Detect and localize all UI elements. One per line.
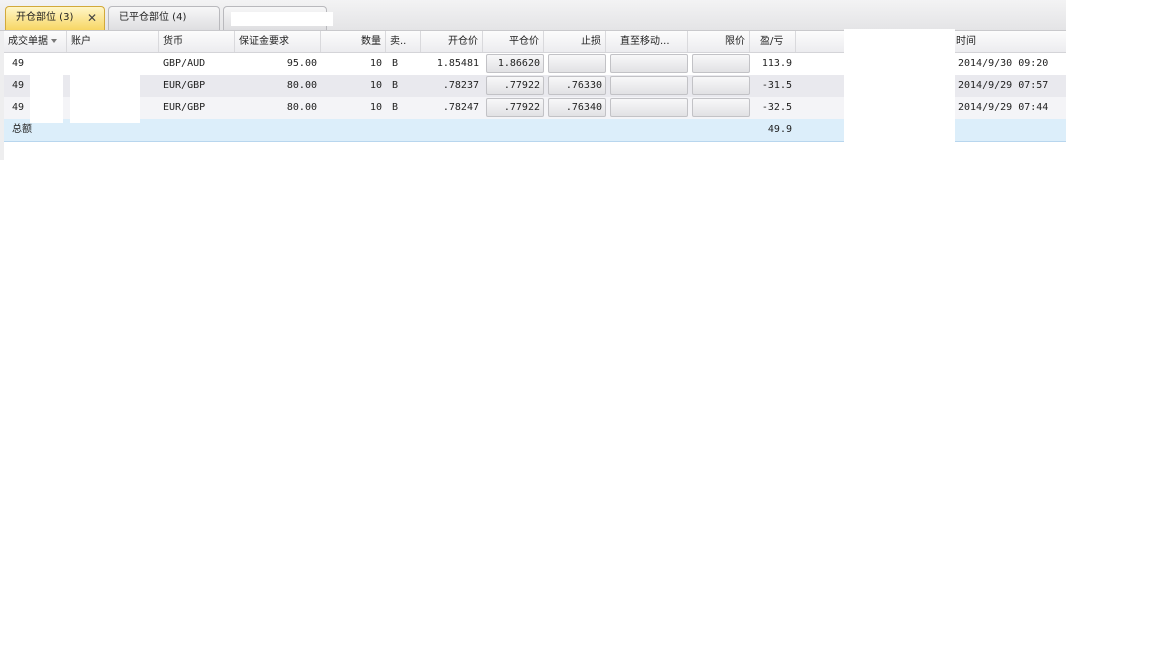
trailing-stop-button[interactable] [610,98,688,117]
col-header-deal-label: 成交单据 [8,36,48,47]
col-header-account[interactable]: 账户 [67,31,159,52]
col-header-margin-label: 保证金要求 [239,36,289,47]
tab-closed-positions[interactable]: 已平仓部位 (4) [108,6,220,30]
col-header-account-label: 账户 [71,36,91,47]
col-header-pl-label: 盈/亏 [760,36,784,47]
col-header-time[interactable]: 时间 [952,31,1066,52]
col-header-close-price-label: 平仓价 [509,36,539,47]
total-pl: 49.9 [767,124,792,135]
cell-qty: 10 [369,80,382,91]
col-header-open-price[interactable]: 开仓价 [421,31,483,52]
tab-closed-positions-label: 已平仓部位 (4) [119,12,187,23]
trailing-stop-button[interactable] [610,76,688,95]
cell-margin: 80.00 [286,80,317,91]
close-icon[interactable]: ✕ [87,7,97,29]
col-header-limit-label: 限价 [725,36,745,47]
stop-loss-button[interactable]: .76330 [548,76,606,95]
cell-pl: -32.5 [761,102,792,113]
cell-qty: 10 [369,58,382,69]
cell-side: B [392,80,399,91]
cell-time: 2014/9/29 07:44 [958,102,1049,113]
cell-currency: GBP/AUD [163,58,206,69]
sort-down-icon[interactable] [51,39,57,43]
close-price-button[interactable]: .77922 [486,98,544,117]
cell-qty: 10 [369,102,382,113]
redaction-mask [30,53,63,123]
cell-time: 2014/9/29 07:57 [958,80,1049,91]
col-header-currency-label: 货币 [163,36,183,47]
tab-open-positions-label: 开仓部位 (3) [16,12,74,23]
col-header-deal[interactable]: 成交单据 [4,31,67,52]
cell-pl: 113.9 [761,58,792,69]
tab-strip: 开仓部位 (3) ✕ 已平仓部位 (4) [0,0,1066,31]
col-header-qty-label: 数量 [361,36,381,47]
col-header-stop-label: 止损 [581,36,601,47]
stop-loss-button[interactable]: .76340 [548,98,606,117]
cell-margin: 80.00 [286,102,317,113]
col-header-side[interactable]: 卖.. [386,31,421,52]
col-header-trailing[interactable]: 直至移动... [606,31,688,52]
cell-currency: EUR/GBP [163,102,206,113]
redaction-mask [70,53,140,123]
redaction-mask [231,12,333,26]
cell-pl: -31.5 [761,80,792,91]
col-header-pl[interactable]: 盈/亏 [750,31,796,52]
tab-open-positions[interactable]: 开仓部位 (3) ✕ [5,6,105,30]
col-header-currency[interactable]: 货币 [159,31,235,52]
col-header-open-price-label: 开仓价 [448,36,478,47]
col-header-close-price[interactable]: 平仓价 [483,31,544,52]
cell-time: 2014/9/30 09:20 [958,58,1049,69]
trailing-stop-button[interactable] [610,54,688,73]
limit-button[interactable] [692,98,750,117]
col-header-stop[interactable]: 止损 [544,31,606,52]
cell-open-price: 1.85481 [436,58,479,69]
cell-side: B [392,58,399,69]
stop-loss-button[interactable] [548,54,606,73]
cell-open-price: .78237 [442,80,479,91]
limit-button[interactable] [692,76,750,95]
cell-open-price: .78247 [442,102,479,113]
limit-button[interactable] [692,54,750,73]
close-price-button[interactable]: .77922 [486,76,544,95]
col-header-qty[interactable]: 数量 [321,31,386,52]
col-header-time-label: 时间 [956,36,976,47]
col-header-margin[interactable]: 保证金要求 [235,31,321,52]
col-header-trailing-label: 直至移动... [620,36,670,47]
positions-panel: 开仓部位 (3) ✕ 已平仓部位 (4) 成交单据 账户 货币 保证金要求 数量… [0,0,1066,160]
cell-side: B [392,102,399,113]
cell-currency: EUR/GBP [163,80,206,91]
cell-margin: 95.00 [286,58,317,69]
col-header-limit[interactable]: 限价 [688,31,750,52]
close-price-button[interactable]: 1.86620 [486,54,544,73]
redaction-mask [844,29,955,160]
col-header-side-label: 卖.. [390,36,407,47]
